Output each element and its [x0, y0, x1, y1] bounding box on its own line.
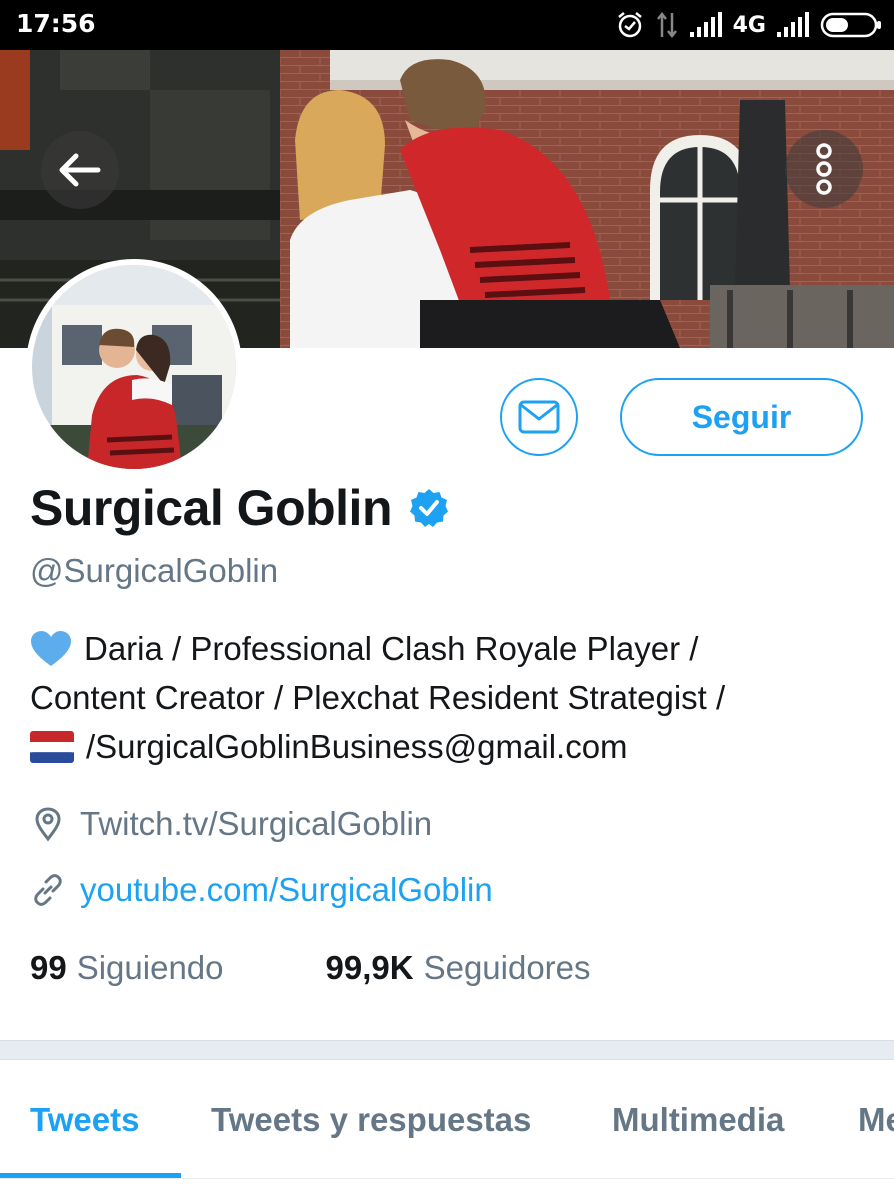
alarm-icon	[617, 12, 642, 38]
status-bar: 17:56 4G	[0, 0, 894, 50]
following-count[interactable]: 99 Siguiendo	[30, 949, 224, 987]
section-divider	[0, 1040, 894, 1060]
more-options-button[interactable]	[785, 130, 863, 208]
url-link[interactable]: youtube.com/SurgicalGoblin	[80, 871, 493, 909]
followers-count[interactable]: 99,9K Seguidores	[326, 949, 591, 987]
tab-tweets-replies[interactable]: Tweets y respuestas	[211, 1101, 531, 1139]
avatar-photo	[32, 265, 236, 469]
bio-line: Content Creator / Plexchat Resident Stra…	[30, 673, 870, 722]
signal-icon	[777, 12, 809, 37]
back-button[interactable]	[41, 131, 119, 209]
followers-label: Seguidores	[423, 949, 591, 986]
follow-counts: 99 Siguiendo 99,9K Seguidores	[30, 944, 591, 992]
arrow-left-icon	[59, 153, 101, 187]
network-type: 4G	[732, 12, 766, 38]
bio-line: Daria / Professional Clash Royale Player…	[30, 624, 870, 673]
handle: @SurgicalGoblin	[30, 552, 279, 589]
location-pin-icon	[35, 807, 61, 842]
tab-likes[interactable]: Me	[858, 1101, 894, 1139]
blue-heart-icon	[31, 630, 71, 666]
status-icons: 4G	[615, 8, 882, 42]
bio-text: /SurgicalGoblinBusiness@gmail.com	[86, 728, 628, 765]
profile-tabs: Tweets Tweets y respuestas Multimedia Me	[0, 1061, 894, 1181]
netherlands-flag-icon	[30, 730, 74, 763]
status-time: 17:56	[16, 9, 96, 38]
follow-button[interactable]: Seguir	[620, 378, 863, 456]
display-name: Surgical Goblin	[30, 480, 392, 536]
location-text: Twitch.tv/SurgicalGoblin	[80, 805, 433, 842]
tabs-bottom-border	[0, 1178, 894, 1200]
profile-url[interactable]: youtube.com/SurgicalGoblin	[30, 866, 493, 914]
link-icon	[34, 874, 62, 906]
battery-icon	[820, 12, 881, 38]
verified-badge-icon	[409, 489, 448, 527]
signal-icon	[689, 12, 722, 37]
bio-text: Content Creator / Plexchat Resident Stra…	[30, 679, 726, 716]
bio-text: Daria / Professional Clash Royale Player…	[84, 630, 699, 667]
bio: Daria / Professional Clash Royale Player…	[30, 624, 870, 771]
data-transfer-icon	[656, 11, 677, 39]
avatar[interactable]	[26, 259, 242, 475]
name-row: Surgical Goblin	[30, 478, 450, 538]
following-number: 99	[30, 949, 67, 986]
bio-line: /SurgicalGoblinBusiness@gmail.com	[30, 722, 870, 771]
message-button[interactable]	[500, 378, 578, 456]
tab-tweets[interactable]: Tweets	[30, 1101, 139, 1139]
following-label: Siguiendo	[76, 949, 224, 986]
more-vertical-icon	[816, 143, 832, 195]
envelope-icon	[518, 400, 560, 434]
profile-location: Twitch.tv/SurgicalGoblin	[30, 800, 432, 848]
tab-media[interactable]: Multimedia	[612, 1101, 784, 1139]
followers-number: 99,9K	[325, 949, 414, 986]
